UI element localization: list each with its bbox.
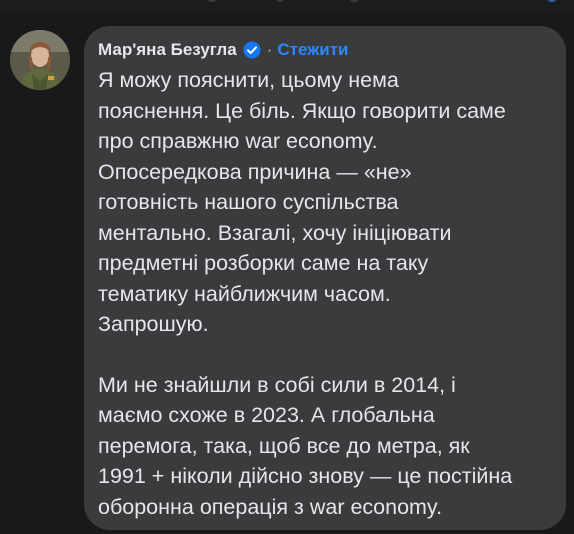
text-line: пояснення. Це біль. Якщо говорити саме bbox=[98, 98, 506, 123]
text-line: тематику найближчим часом. bbox=[98, 281, 391, 306]
text-line: 1991 + ніколи дійсно знову — це постійна bbox=[98, 464, 513, 488]
cropped-fragment bbox=[208, 0, 216, 2]
text-line: перемога, така, щоб все до метра, як bbox=[98, 433, 470, 458]
cropped-fragment bbox=[548, 0, 556, 2]
text-line: Ми не знайшли в собі сили в 2014, і bbox=[98, 372, 456, 397]
text-line: про справжню war economy. bbox=[98, 129, 378, 153]
cropped-fragment bbox=[350, 0, 358, 2]
comment-header: Мар'яна Безугла · Стежити bbox=[98, 38, 552, 62]
text-line: маємо схоже в 2023. А глобальна bbox=[98, 403, 435, 427]
follow-button[interactable]: Стежити bbox=[277, 40, 348, 60]
text-line: Я можу пояснити, цьому нема bbox=[98, 68, 399, 92]
comment-paragraph-1: Я можу пояснити, цьому нема пояснення. Ц… bbox=[98, 65, 552, 340]
text-line: предметні розборки саме на таку bbox=[98, 251, 429, 275]
verified-badge-icon bbox=[243, 41, 261, 59]
text-line: оборонна операція з war economy. bbox=[98, 494, 443, 519]
avatar[interactable] bbox=[10, 30, 70, 90]
author-name[interactable]: Мар'яна Безугла bbox=[98, 40, 237, 60]
comment-paragraph-2: Ми не знайшли в собі сили в 2014, і маєм… bbox=[98, 370, 552, 523]
previous-comment-edge bbox=[0, 0, 574, 14]
cropped-fragment bbox=[276, 0, 284, 2]
text-line: ментально. Взагалі, хочу ініціювати bbox=[98, 220, 452, 245]
text-line: готовність нашого суспільства bbox=[98, 190, 399, 214]
text-line: Опосередкова причина — «не» bbox=[98, 159, 412, 184]
separator-dot: · bbox=[266, 40, 273, 59]
profile-photo bbox=[10, 30, 70, 90]
text-line: Запрошую. bbox=[98, 312, 209, 336]
comment-bubble: Мар'яна Безугла · Стежити Я можу пояснит… bbox=[84, 26, 566, 530]
